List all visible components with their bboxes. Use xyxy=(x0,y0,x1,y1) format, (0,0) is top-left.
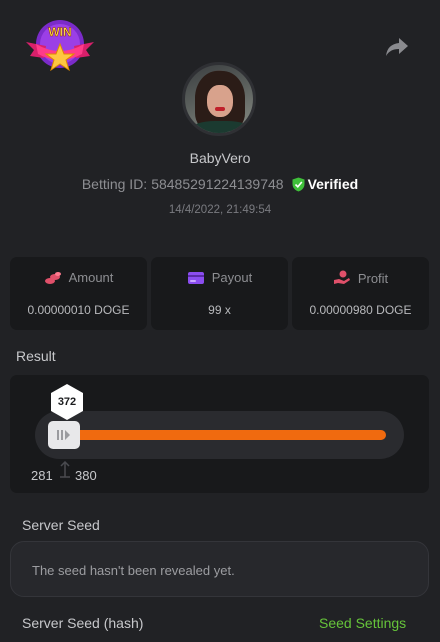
profit-value: 0.00000980 DOGE xyxy=(309,303,412,317)
result-slider-handle[interactable] xyxy=(48,421,80,449)
card-icon xyxy=(187,271,204,284)
amount-card: Amount 0.00000010 DOGE xyxy=(10,257,147,330)
range-min: 281 xyxy=(31,468,53,483)
payout-label: Payout xyxy=(211,270,253,285)
result-heading: Result xyxy=(16,348,56,364)
svg-text:WIN: WIN xyxy=(48,25,71,39)
server-seed-heading: Server Seed xyxy=(22,517,100,533)
range-marker-icon xyxy=(58,460,72,479)
win-logo-icon: WIN xyxy=(26,20,94,72)
payout-value: 99 x xyxy=(208,303,231,317)
server-seed-box: The seed hasn't been revealed yet. xyxy=(10,541,429,597)
username: BabyVero xyxy=(189,150,251,166)
result-slider-fill xyxy=(64,430,386,440)
slider-grip-icon xyxy=(57,430,70,440)
server-seed-message: The seed hasn't been revealed yet. xyxy=(32,563,235,578)
hand-coin-icon xyxy=(333,270,350,284)
server-seed-hash-heading: Server Seed (hash) xyxy=(22,615,144,631)
roll-value: 372 xyxy=(57,396,77,408)
seed-settings-link[interactable]: Seed Settings xyxy=(319,615,406,631)
amount-label: Amount xyxy=(68,270,114,285)
verified-badge: Verified xyxy=(292,176,359,192)
verified-label: Verified xyxy=(307,176,359,192)
profit-card: Profit 0.00000980 DOGE xyxy=(292,257,429,330)
share-button[interactable] xyxy=(385,36,409,58)
avatar xyxy=(182,62,256,136)
win-logo: WIN xyxy=(24,14,96,76)
bet-timestamp: 14/4/2022, 21:49:54 xyxy=(168,204,272,216)
payout-card: Payout 99 x xyxy=(151,257,288,330)
profit-label: Profit xyxy=(357,270,389,286)
betting-id-value: 58485291224139748 xyxy=(151,176,284,192)
range-max: 380 xyxy=(75,468,97,483)
amount-value: 0.00000010 DOGE xyxy=(27,303,130,317)
betting-id-row: Betting ID: 58485291224139748 Verified xyxy=(0,176,440,192)
roll-value-tooltip: 372 xyxy=(49,383,85,421)
coins-icon xyxy=(44,271,61,284)
share-icon xyxy=(386,38,408,56)
shield-check-icon xyxy=(292,177,305,191)
betting-id-label: Betting ID: xyxy=(81,176,148,192)
